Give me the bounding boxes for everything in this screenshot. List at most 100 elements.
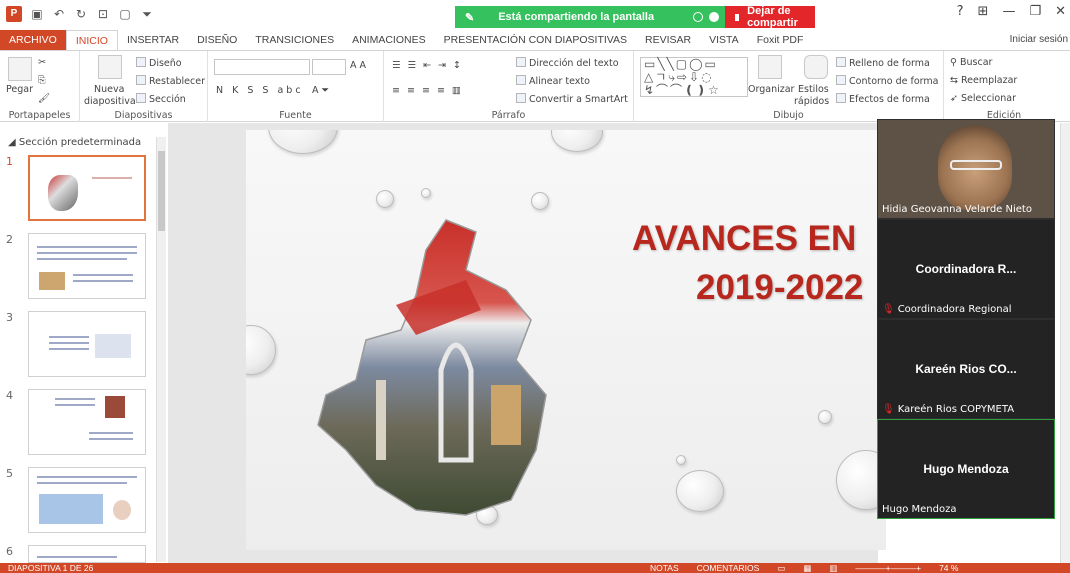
quick-styles-label-1[interactable]: Estilos	[798, 84, 829, 95]
shape-outline-button[interactable]: Contorno de forma	[836, 75, 938, 87]
slide-sorter-icon[interactable]: ▦	[803, 563, 811, 573]
new-slide-label-1[interactable]: Nueva	[94, 84, 124, 95]
paste-button[interactable]: Pegar	[6, 84, 33, 95]
slide-thumbnail[interactable]	[28, 467, 146, 533]
slide-title[interactable]: AVANCES EN 2019-2022	[632, 214, 886, 312]
participant-tile-video[interactable]: Hidia Geovanna Velarde Nieto	[877, 119, 1055, 219]
section-button[interactable]: Sección	[136, 93, 186, 105]
font-format-buttons[interactable]: N K S S abc	[216, 85, 304, 96]
water-drop	[246, 325, 276, 375]
group-clipboard: Pegar ✂ ⎘ 🖌 Portapapeles	[0, 51, 80, 122]
group-drawing: ▭╲╲▢◯▭ △ㄱ⤷⇨⇩◌ ↯⌒⌒❪❫☆ Organizar Estilos ráp…	[634, 51, 944, 122]
tab-diseno[interactable]: DISEÑO	[188, 30, 246, 50]
security-icon[interactable]	[708, 12, 719, 22]
arrange-icon[interactable]	[758, 55, 782, 79]
shapes-gallery[interactable]: ▭╲╲▢◯▭ △ㄱ⤷⇨⇩◌ ↯⌒⌒❪❫☆	[640, 57, 748, 97]
smartart-icon	[516, 93, 526, 103]
font-color-icon[interactable]: A ⏷	[312, 85, 329, 96]
replace-button[interactable]: ⇆ Reemplazar	[950, 75, 1017, 86]
cut-icon[interactable]: ✂	[38, 57, 46, 68]
arrange-button[interactable]: Organizar	[748, 84, 794, 95]
quick-styles-label-2[interactable]: rápidos	[794, 96, 829, 107]
shape-fill-button[interactable]: Relleno de forma	[836, 57, 930, 69]
start-presentation-icon[interactable]: ⊡	[96, 7, 110, 21]
copy-icon[interactable]: ⎘	[38, 75, 46, 86]
align-text-button[interactable]: Alinear texto	[516, 75, 590, 87]
new-file-icon[interactable]: ▢	[118, 7, 132, 21]
sign-in-link[interactable]: Iniciar sesión	[1010, 30, 1068, 50]
ribbon-display-icon[interactable]: ⊞	[978, 4, 989, 19]
restore-icon[interactable]: ❐	[1029, 4, 1041, 19]
text-direction-button[interactable]: Dirección del texto	[516, 57, 619, 69]
tab-vista[interactable]: VISTA	[700, 30, 748, 50]
scrollbar-thumb[interactable]	[158, 151, 165, 231]
thumbnail-slide-5[interactable]: 5	[6, 467, 156, 537]
water-drop	[376, 190, 394, 208]
thumbnail-slide-3[interactable]: 3	[6, 311, 156, 381]
tab-archivo[interactable]: ARCHIVO	[0, 30, 66, 50]
tab-insertar[interactable]: INSERTAR	[118, 30, 188, 50]
new-slide-icon[interactable]	[98, 55, 122, 79]
thumbnail-slide-2[interactable]: 2	[6, 233, 156, 303]
save-icon[interactable]: ▣	[30, 7, 44, 21]
share-banner-text: Está compartiendo la pantalla	[498, 11, 655, 23]
select-label: Seleccionar	[960, 93, 1016, 104]
close-icon[interactable]: ✕	[1055, 4, 1066, 19]
slide-scrollbar[interactable]	[1060, 123, 1070, 563]
minimize-icon[interactable]: —	[1002, 4, 1015, 19]
font-family-select[interactable]	[214, 59, 310, 75]
slide-thumbnail[interactable]	[28, 233, 146, 299]
participant-tile[interactable]: Kareén Rios CO... 🎙 Kareén Rios COPYMETA	[877, 319, 1055, 419]
grow-font-icon[interactable]: A A	[350, 60, 366, 71]
smartart-button[interactable]: Convertir a SmartArt	[516, 93, 628, 105]
stop-share-button[interactable]: Dejar de compartir	[724, 5, 815, 29]
reading-view-icon[interactable]: ▥	[829, 563, 837, 573]
participant-tile-active-speaker[interactable]: Hugo Mendoza Hugo Mendoza	[877, 419, 1055, 519]
slide-thumbnail[interactable]	[28, 389, 146, 455]
slide-thumbnail[interactable]	[28, 311, 146, 377]
section-name: Sección predeterminada	[18, 137, 142, 148]
tab-animaciones[interactable]: ANIMACIONES	[343, 30, 435, 50]
notes-button[interactable]: NOTAS	[650, 563, 679, 573]
shape-effects-button[interactable]: Efectos de forma	[836, 93, 930, 105]
redo-icon[interactable]: ↻	[74, 7, 88, 21]
tab-inicio[interactable]: INICIO	[65, 30, 118, 50]
tab-transiciones[interactable]: TRANSICIONES	[246, 30, 343, 50]
slide-thumbnail[interactable]	[28, 155, 146, 221]
comments-button[interactable]: COMENTARIOS	[697, 563, 760, 573]
thumbnail-slide-4[interactable]: 4	[6, 389, 156, 459]
participant-tile[interactable]: Coordinadora R... 🎙 Coordinadora Regional	[877, 219, 1055, 319]
help-button[interactable]: ?	[957, 4, 964, 19]
section-header[interactable]: ◢ Sección predeterminada	[8, 137, 141, 148]
zoom-slider[interactable]: –———+———+	[855, 563, 921, 573]
find-button[interactable]: ⚲ Buscar	[950, 57, 992, 68]
thumbnail-slide-1[interactable]: 1	[6, 155, 156, 225]
thumbnails-scrollbar[interactable]	[156, 137, 166, 562]
reset-button[interactable]: Restablecer	[136, 75, 205, 87]
quick-styles-icon[interactable]	[804, 55, 828, 79]
tab-foxit-pdf[interactable]: Foxit PDF	[748, 30, 813, 50]
text-line	[73, 280, 133, 282]
pin-icon[interactable]: ✎	[465, 11, 474, 24]
zoom-level[interactable]: 74 %	[939, 563, 958, 573]
new-slide-label-2[interactable]: diapositiva	[84, 96, 136, 107]
normal-view-icon[interactable]: ▭	[777, 563, 785, 573]
layout-button[interactable]: Diseño	[136, 57, 182, 69]
current-slide[interactable]: AVANCES EN 2019-2022	[246, 130, 886, 550]
paste-icon[interactable]	[8, 57, 32, 81]
slide-thumbnail[interactable]	[28, 545, 146, 563]
thumbnail-slide-6[interactable]: 6	[6, 545, 156, 565]
layout-label: Diseño	[149, 58, 182, 69]
align-buttons-icon[interactable]: ≡ ≡ ≡ ≡ ▥	[392, 85, 463, 96]
format-painter-icon[interactable]: 🖌	[38, 93, 50, 104]
tab-revisar[interactable]: REVISAR	[636, 30, 700, 50]
customize-toolbar-icon[interactable]: ⏷	[140, 7, 154, 21]
tab-presentacion[interactable]: PRESENTACIÓN CON DIAPOSITIVAS	[435, 30, 636, 50]
pause-share-icon[interactable]	[692, 12, 703, 22]
undo-icon[interactable]: ↶	[52, 7, 66, 21]
shape-fill-label: Relleno de forma	[849, 58, 930, 69]
share-banner: ✎ Está compartiendo la pantalla	[455, 6, 687, 28]
list-buttons-icon[interactable]: ☰ ☰ ⇤ ⇥ ↕	[392, 60, 463, 71]
select-button[interactable]: ➶ Seleccionar	[950, 93, 1016, 104]
font-size-select[interactable]	[312, 59, 346, 75]
